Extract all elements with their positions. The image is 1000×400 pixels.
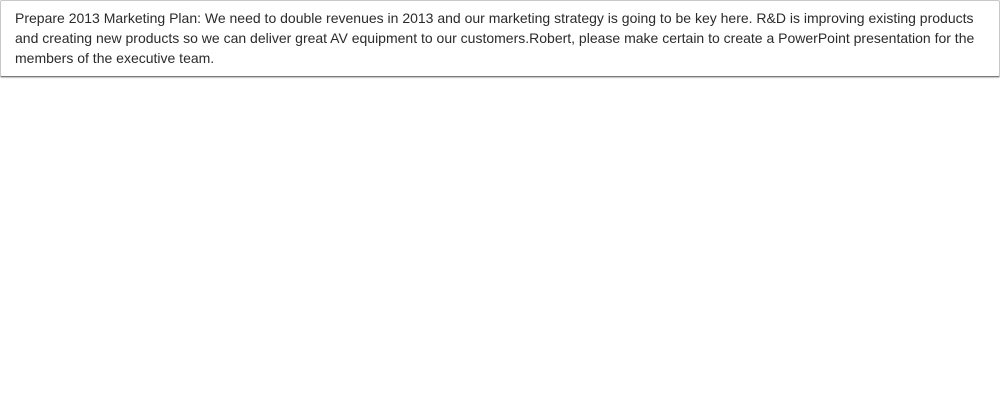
task-description-tooltip: Prepare 2013 Marketing Plan: We need to … [0,0,1000,77]
tooltip-text: Prepare 2013 Marketing Plan: We need to … [15,10,975,66]
